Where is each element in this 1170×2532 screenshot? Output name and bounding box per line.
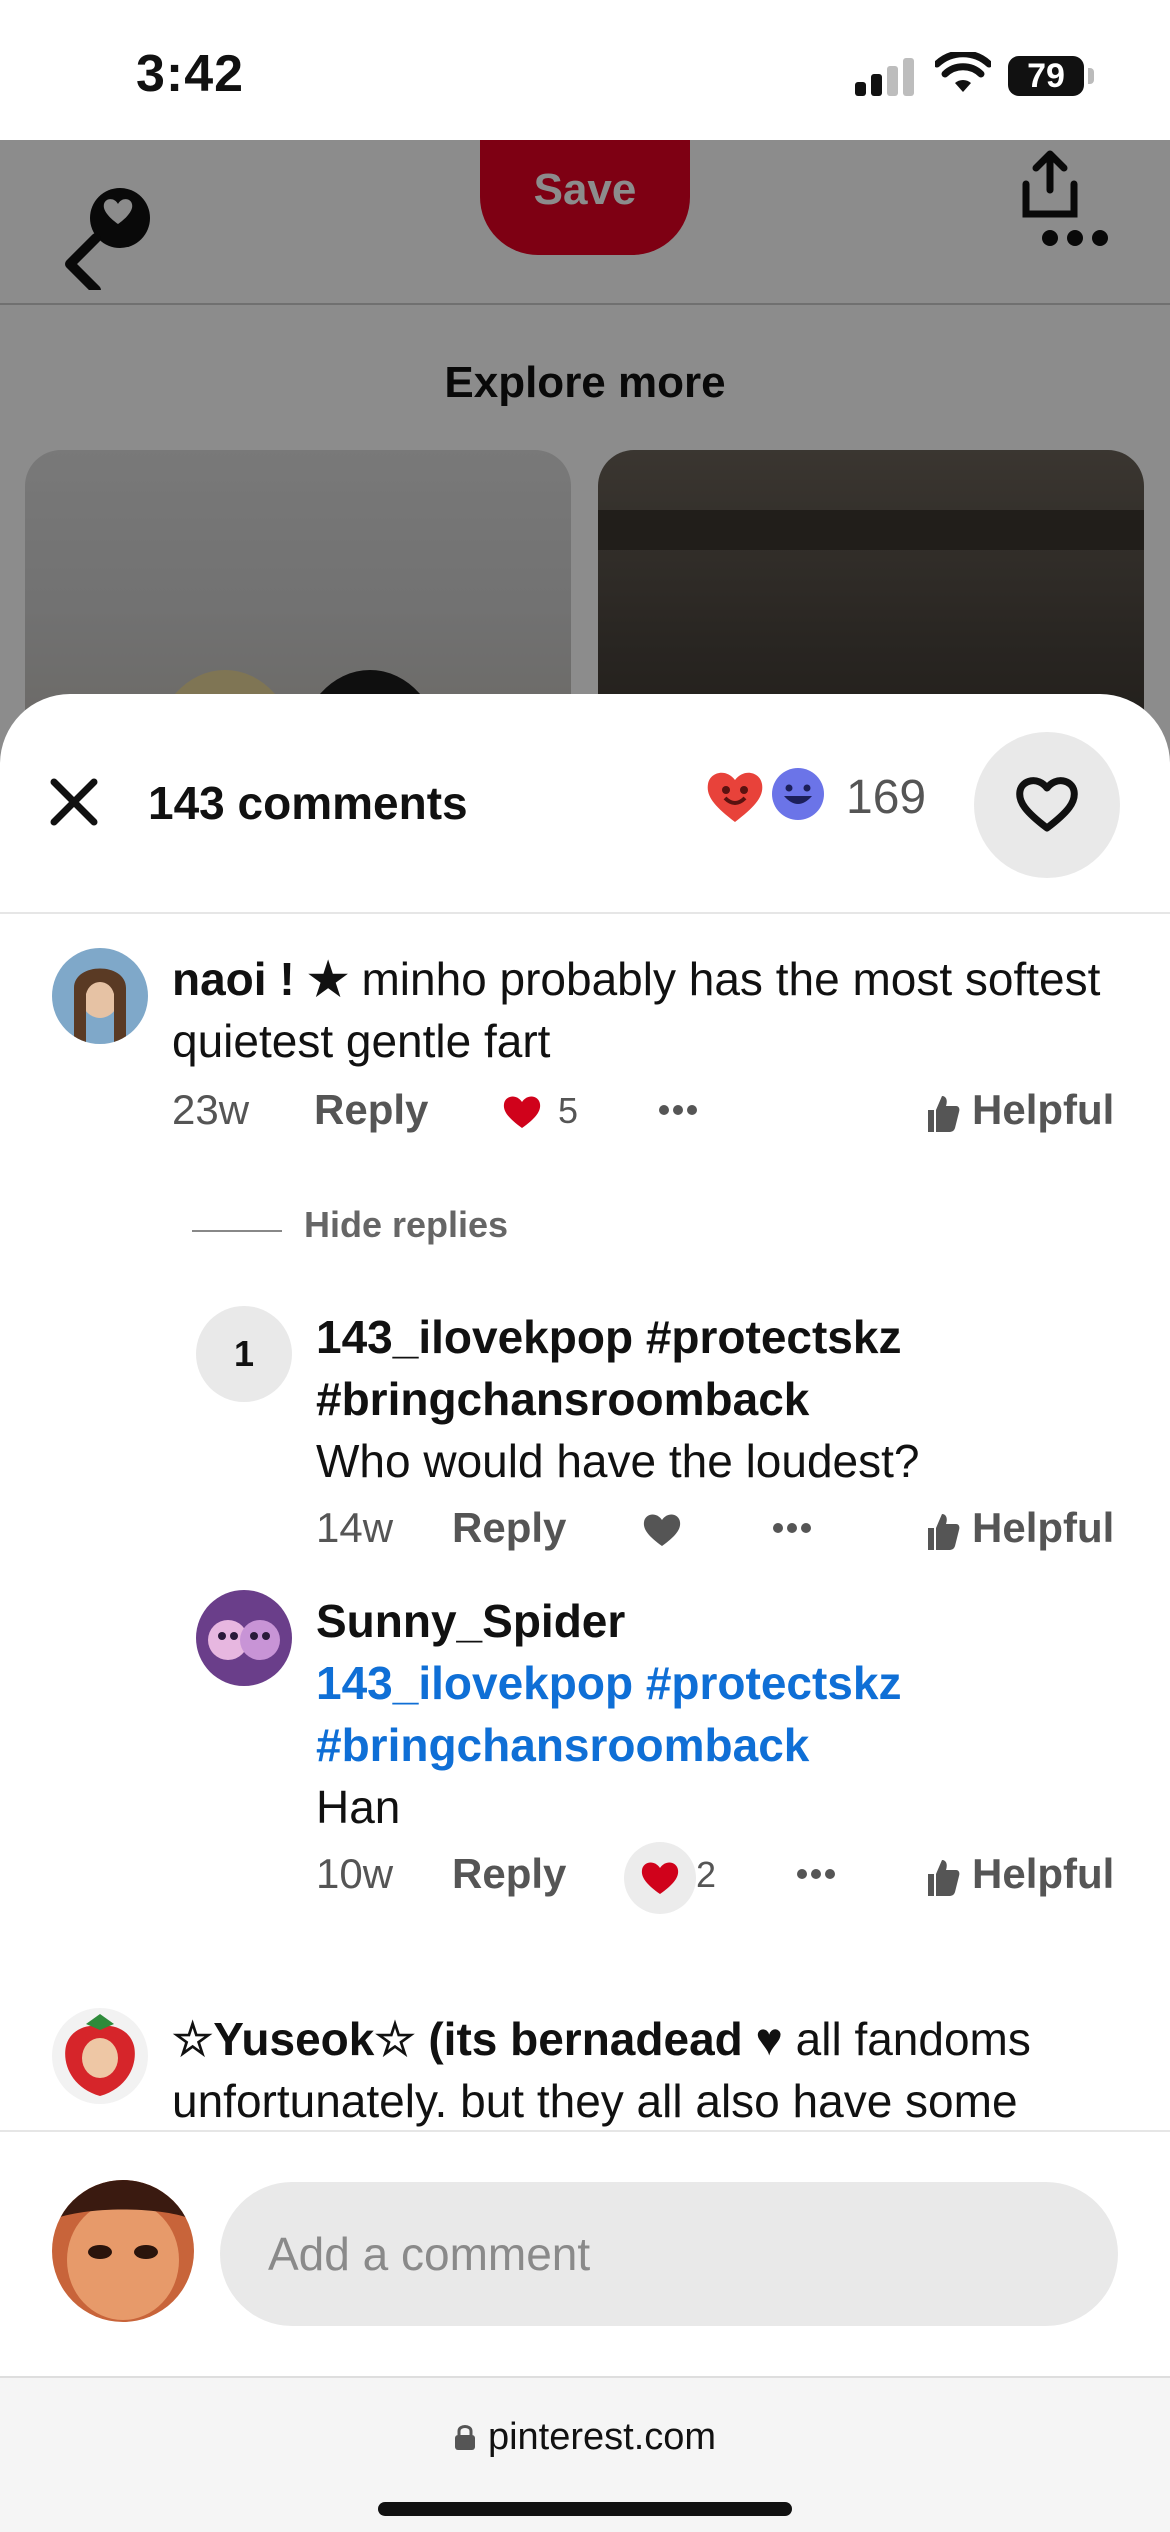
reply-button[interactable]: Reply <box>314 1086 428 1134</box>
comment-author[interactable]: ☆Yuseok☆ (its bernadead ♥ <box>172 2013 783 2065</box>
reply-age: 10w <box>316 1850 394 1897</box>
divider-line <box>192 1230 282 1232</box>
wifi-icon <box>935 52 991 92</box>
thumbs-up-icon[interactable] <box>924 1856 960 1898</box>
heart-icon[interactable] <box>642 1512 682 1548</box>
thumbs-up-icon[interactable] <box>924 1510 960 1552</box>
lock-icon <box>454 2425 475 2450</box>
heart-filled-icon <box>641 1862 679 1894</box>
like-count: 2 <box>696 1854 717 1895</box>
reply-button[interactable]: Reply <box>452 1504 566 1552</box>
avatar-initial-badge[interactable]: 1 <box>196 1306 292 1402</box>
reactions-count: 169 <box>846 771 927 824</box>
comment-actions: 23w Reply 5 Helpful <box>172 1086 1132 1146</box>
reply-button[interactable]: Reply <box>452 1850 566 1898</box>
reply-text: Han <box>316 1781 401 1833</box>
browser-url-bar[interactable]: pinterest.com <box>0 2376 1170 2532</box>
reply-actions: 14w Reply Helpful <box>316 1504 1116 1564</box>
thumbs-up-icon[interactable] <box>924 1092 960 1134</box>
cellular-signal-icon <box>855 56 915 96</box>
comment-age: 23w <box>172 1086 250 1133</box>
url-text: pinterest.com <box>487 2416 717 2458</box>
status-bar: 3:42 79 <box>0 0 1170 140</box>
react-button[interactable] <box>974 732 1120 878</box>
more-options-icon[interactable] <box>772 1522 812 1534</box>
more-options-icon[interactable] <box>796 1868 836 1880</box>
reply-age: 14w <box>316 1504 394 1551</box>
add-comment-input[interactable] <box>220 2182 1118 2326</box>
heart-outline-icon <box>1016 777 1078 832</box>
reply-body: 143_ilovekpop #protectskz #bringchansroo… <box>316 1306 1116 1492</box>
more-options-icon[interactable] <box>658 1104 698 1116</box>
heart-filled-icon[interactable] <box>502 1094 542 1130</box>
current-user-avatar[interactable] <box>52 2180 194 2322</box>
smile-reaction-icon <box>772 768 824 820</box>
avatar[interactable] <box>52 948 148 1044</box>
like-count: 5 <box>558 1090 579 1131</box>
comments-header: 143 comments 169 <box>0 694 1170 914</box>
comments-sheet: 143 comments 169 naoi ! ★ minho probably… <box>0 694 1170 2376</box>
heart-reaction-icon <box>707 772 763 822</box>
battery-tip <box>1088 68 1094 84</box>
close-icon[interactable] <box>46 774 102 830</box>
battery-indicator: 79 <box>1008 56 1084 96</box>
liked-heart-button[interactable] <box>624 1842 696 1914</box>
comment-body: naoi ! ★ minho probably has the most sof… <box>172 948 1132 1072</box>
reply-text: Who would have the loudest? <box>316 1435 920 1487</box>
url-display[interactable]: pinterest.com <box>0 2416 1170 2459</box>
reply-author[interactable]: 143_ilovekpop #protectskz #bringchansroo… <box>316 1306 1116 1430</box>
avatar[interactable] <box>52 2008 148 2104</box>
comment-composer <box>0 2130 1170 2376</box>
reply-body: Sunny_Spider 143_ilovekpop #protectskz #… <box>316 1590 1116 1838</box>
helpful-button[interactable]: Helpful <box>972 1850 1114 1898</box>
reply-actions: 10w Reply 2 Helpful <box>316 1842 1116 1914</box>
comment-body: ☆Yuseok☆ (its bernadead ♥ all fandoms un… <box>172 2008 1132 2132</box>
reply-author[interactable]: Sunny_Spider <box>316 1590 1116 1652</box>
comment-author[interactable]: naoi ! ★ <box>172 953 349 1005</box>
avatar[interactable] <box>196 1590 292 1686</box>
helpful-button[interactable]: Helpful <box>972 1086 1114 1134</box>
reply-mention[interactable]: 143_ilovekpop #protectskz #bringchansroo… <box>316 1652 1116 1776</box>
comments-count: 143 comments <box>148 777 468 829</box>
home-indicator[interactable] <box>378 2502 792 2516</box>
helpful-button[interactable]: Helpful <box>972 1504 1114 1552</box>
hide-replies-label: Hide replies <box>304 1204 509 1245</box>
status-time: 3:42 <box>136 45 245 103</box>
